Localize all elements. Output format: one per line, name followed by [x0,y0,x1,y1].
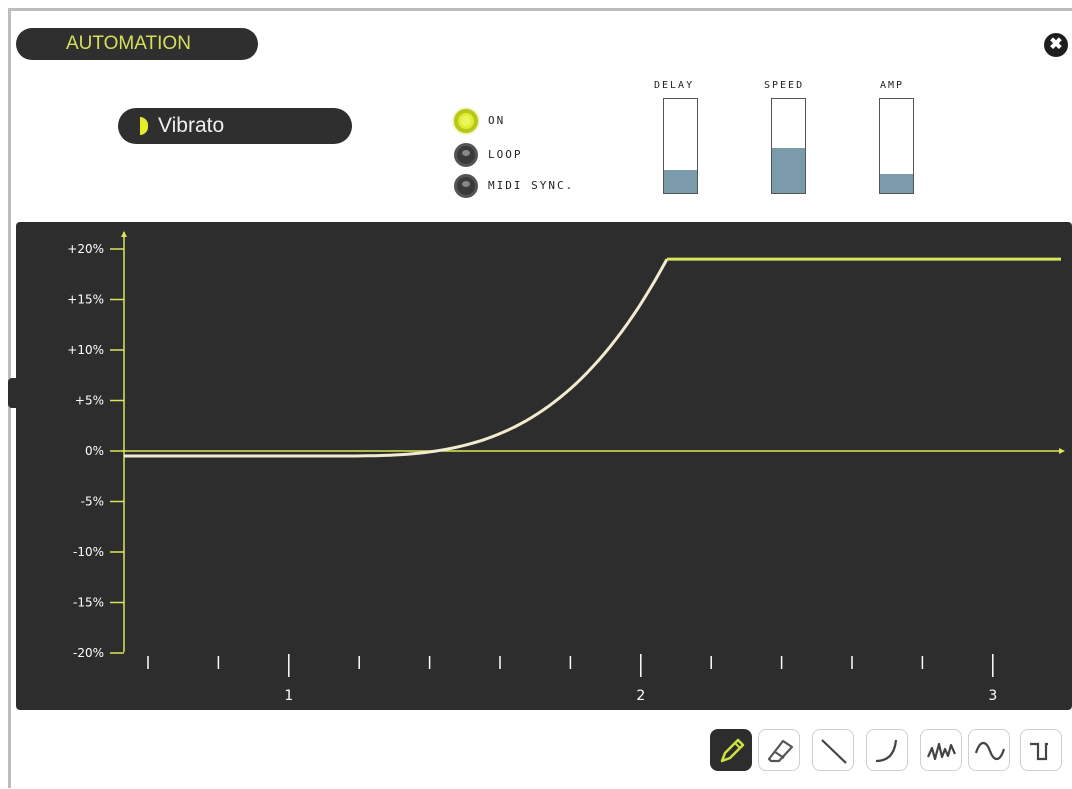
y-axis-arrow [121,231,127,237]
panel-title: AUTOMATION [16,28,258,60]
y-tick-label: -5% [81,495,104,509]
graph-canvas[interactable]: +20% +15% +10% +5% 0% -5% -10% -15% -20% 1 2 3 [16,222,1072,710]
x-tick-label: 1 [284,688,293,704]
panel-title-text: AUTOMATION [66,33,191,54]
curve-icon [875,739,898,763]
close-icon[interactable]: ✖ [1044,33,1068,57]
automation-curve [124,258,669,458]
speed-slider[interactable] [771,98,806,194]
y-tick-label: +10% [67,343,104,357]
led-off-icon [454,143,478,167]
sine-tool-button[interactable] [968,729,1010,771]
amp-slider[interactable] [879,98,914,194]
pencil-tool-button[interactable] [710,729,752,771]
delay-slider[interactable] [663,98,698,194]
y-tick-label: +5% [75,394,104,408]
speed-fill [772,147,805,193]
option-label-loop: LOOP [488,148,523,161]
option-label-midi-sync: MIDI SYNC. [488,179,575,192]
delay-fill [664,170,697,193]
random-icon [926,742,957,761]
led-on-icon [454,109,478,133]
y-tick-label: +20% [67,242,104,256]
curve-tool-button[interactable] [866,729,908,771]
eraser-icon [767,739,794,763]
speed-label: SPEED [764,80,805,91]
line-icon [821,739,847,764]
y-tick-label: -15% [73,596,104,610]
y-tick-label: -10% [73,545,104,559]
y-tick-label: -20% [73,646,104,660]
line-tool-button[interactable] [812,729,854,771]
amp-fill [880,174,913,193]
square-tool-button[interactable] [1020,729,1062,771]
preset-label: Vibrato [158,114,225,137]
y-tick-label: +15% [67,293,104,307]
automation-graph[interactable]: +20% +15% +10% +5% 0% -5% -10% -15% -20% 1 2 3 [16,222,1072,710]
x-tick-label: 3 [988,688,997,704]
half-moon-icon [140,117,148,135]
random-tool-button[interactable] [920,729,962,771]
pencil-icon [720,738,745,763]
square-icon [1030,742,1048,761]
sine-icon [974,741,1006,761]
preset-selector[interactable]: Vibrato [118,108,352,144]
delay-label: DELAY [654,80,695,91]
eraser-tool-button[interactable] [758,729,800,771]
led-off-icon [454,174,478,198]
option-label-on: ON [488,114,506,127]
y-tick-label: 0% [85,444,104,458]
x-axis-arrow [1059,448,1065,454]
x-tick-label: 2 [636,688,645,704]
amp-label: AMP [880,80,905,91]
